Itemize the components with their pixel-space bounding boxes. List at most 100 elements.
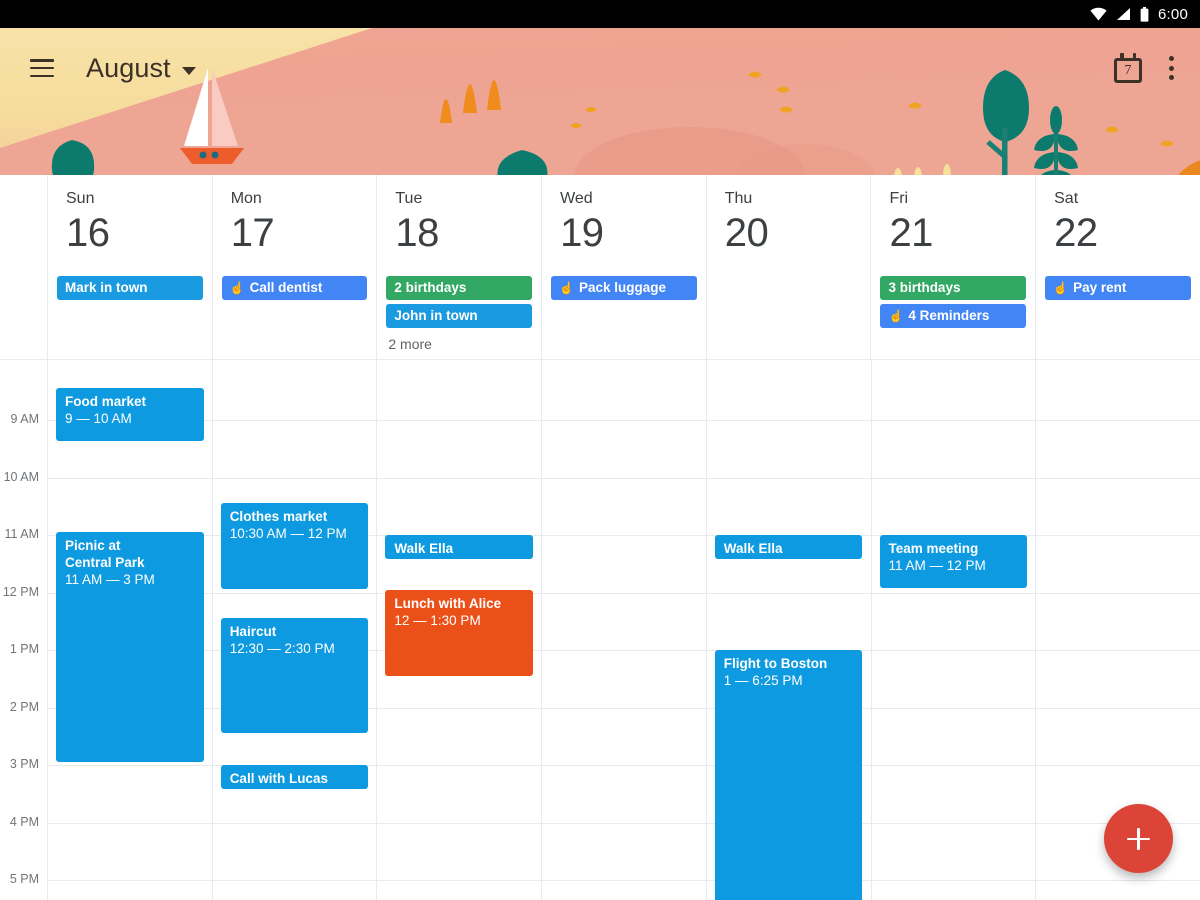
day-number-label: 18 <box>395 211 439 255</box>
all-day-cell-sat[interactable]: ☝ Pay rent <box>1035 270 1200 359</box>
status-clock: 6:00 <box>1158 5 1188 23</box>
chip-label: 4 Reminders <box>908 308 990 323</box>
time-gutter-spacer <box>0 270 47 359</box>
chip-label: Pack luggage <box>579 280 667 295</box>
day-number-label: 16 <box>66 211 110 255</box>
event-title: Walk Ella <box>394 541 454 556</box>
app-bar: August 7 <box>0 28 1200 108</box>
day-column-divider <box>870 360 872 900</box>
day-header-fri[interactable]: Fri 21 <box>870 175 1035 270</box>
day-header-tue[interactable]: Tue 18 <box>376 175 541 270</box>
all-day-chip[interactable]: John in town <box>386 304 533 328</box>
time-gutter-spacer <box>0 175 47 270</box>
day-column-divider <box>211 360 213 900</box>
today-date-number: 7 <box>1124 63 1132 78</box>
calendar-app: 6:00 August 7 Sun 16 Mon 17 Tue 18 Wed 1… <box>0 0 1200 900</box>
all-day-cell-sun[interactable]: Mark in town <box>47 270 212 359</box>
hour-gridline <box>47 822 1200 824</box>
hour-gridline <box>47 707 1200 709</box>
more-vertical-icon[interactable] <box>1165 52 1178 84</box>
calendar-event[interactable]: Walk Ella <box>714 535 863 559</box>
calendar-event[interactable]: Picnic at Central Park 11 AM — 3 PM <box>56 532 204 762</box>
day-header-wed[interactable]: Wed 19 <box>541 175 706 270</box>
event-title: Central Park <box>65 555 145 570</box>
all-day-chip[interactable]: ☝ 4 Reminders <box>880 304 1027 328</box>
calendar-event[interactable]: Lunch with Alice 12 — 1:30 PM <box>385 590 534 676</box>
day-column-divider <box>376 360 378 900</box>
all-day-cell-wed[interactable]: ☝ Pack luggage <box>541 270 706 359</box>
hour-label: 4 PM <box>9 814 39 829</box>
hour-label: 1 PM <box>9 642 39 656</box>
all-day-cell-thu[interactable] <box>705 270 871 359</box>
hour-label: 11 AM <box>4 527 39 541</box>
event-time: 12 — 1:30 PM <box>394 613 481 628</box>
calendar-event[interactable]: Walk Ella <box>385 535 534 559</box>
create-event-fab[interactable] <box>1104 804 1173 873</box>
day-number-label: 22 <box>1054 211 1098 255</box>
day-of-week-label: Wed <box>560 190 593 207</box>
reminder-icon: ☝ <box>1053 281 1069 295</box>
time-grid[interactable]: 9 AM 10 AM 11 AM 12 PM 1 PM 2 PM 3 PM 4 PM 5 PM F… <box>0 360 1200 900</box>
day-of-week-label: Sat <box>1054 190 1079 207</box>
all-day-chip[interactable]: ☝ Call dentist <box>221 276 368 300</box>
hour-gridline <box>47 592 1200 594</box>
hour-label: 3 PM <box>9 757 39 771</box>
reminder-icon: ☝ <box>229 281 245 295</box>
calendar-event[interactable]: Team meeting 11 AM — 12 PM <box>879 535 1028 588</box>
calendar-today-icon[interactable]: 7 <box>1113 53 1143 83</box>
all-day-cell-tue[interactable]: 2 birthdays John in town 2 more <box>376 270 541 359</box>
event-title: Lunch with Alice <box>394 596 502 611</box>
calendar-event[interactable]: Clothes market 10:30 AM — 12 PM <box>220 503 369 589</box>
month-label: August <box>86 52 171 83</box>
day-header-row: Sun 16 Mon 17 Tue 18 Wed 19 Thu 20 Fri 2… <box>0 175 1200 270</box>
all-day-chip[interactable]: Mark in town <box>57 276 203 300</box>
event-title: Team meeting <box>888 541 979 556</box>
month-title-button[interactable]: August <box>86 53 196 84</box>
more-events-link[interactable]: 2 more <box>386 332 532 352</box>
header-illustration: August 7 <box>0 28 1200 175</box>
day-header-thu[interactable]: Thu 20 <box>705 175 871 270</box>
all-day-chip[interactable]: ☝ Pack luggage <box>551 276 697 300</box>
hour-gridline <box>47 420 1200 421</box>
day-of-week-label: Thu <box>724 190 753 207</box>
day-of-week-label: Mon <box>230 190 262 207</box>
day-column-divider <box>47 360 48 900</box>
all-day-cell-fri[interactable]: 3 birthdays ☝ 4 Reminders <box>870 270 1035 359</box>
chip-label: Pay rent <box>1073 280 1127 295</box>
all-day-events-row: Mark in town ☝ Call dentist 2 birthdays John… <box>0 270 1200 360</box>
day-number-label: 20 <box>724 211 769 255</box>
day-of-week-label: Fri <box>889 190 909 207</box>
event-time: 9 — 10 AM <box>65 411 132 426</box>
calendar-event[interactable]: Food market 9 — 10 AM <box>56 388 204 441</box>
all-day-chip[interactable]: ☝ Pay rent <box>1045 276 1191 300</box>
chip-label: Call dentist <box>249 280 323 295</box>
day-column-divider <box>705 360 707 900</box>
hour-gridline <box>47 765 1200 766</box>
event-time: 12:30 — 2:30 PM <box>229 641 335 656</box>
day-number-label: 17 <box>230 211 275 255</box>
all-day-cell-mon[interactable]: ☝ Call dentist <box>211 270 377 359</box>
chip-label: John in town <box>394 308 478 323</box>
chevron-down-icon <box>181 67 196 76</box>
reminder-icon: ☝ <box>888 309 904 323</box>
event-title: Food market <box>65 394 147 409</box>
calendar-event[interactable]: Call with Lucas <box>220 765 369 789</box>
event-time: 1 — 6:25 PM <box>723 673 803 688</box>
day-header-sat[interactable]: Sat 22 <box>1035 175 1200 270</box>
hour-label: 2 PM <box>9 699 39 714</box>
signal-icon <box>1117 8 1130 20</box>
day-header-mon[interactable]: Mon 17 <box>211 175 377 270</box>
event-time: 11 AM — 3 PM <box>65 572 155 587</box>
all-day-chip[interactable]: 3 birthdays <box>880 276 1027 300</box>
calendar-event[interactable]: Haircut 12:30 — 2:30 PM <box>220 618 369 733</box>
event-title: Picnic at <box>65 538 121 553</box>
event-title: Call with Lucas <box>229 771 328 786</box>
calendar-event[interactable]: Flight to Boston 1 — 6:25 PM <box>714 650 863 900</box>
hour-gridline <box>47 535 1200 536</box>
hour-gridline <box>47 477 1200 479</box>
all-day-chip[interactable]: 2 birthdays <box>386 276 533 300</box>
day-header-sun[interactable]: Sun 16 <box>47 175 212 270</box>
hamburger-menu-icon[interactable] <box>30 59 54 77</box>
event-title: Flight to Boston <box>723 656 828 671</box>
event-title: Haircut <box>229 624 277 639</box>
